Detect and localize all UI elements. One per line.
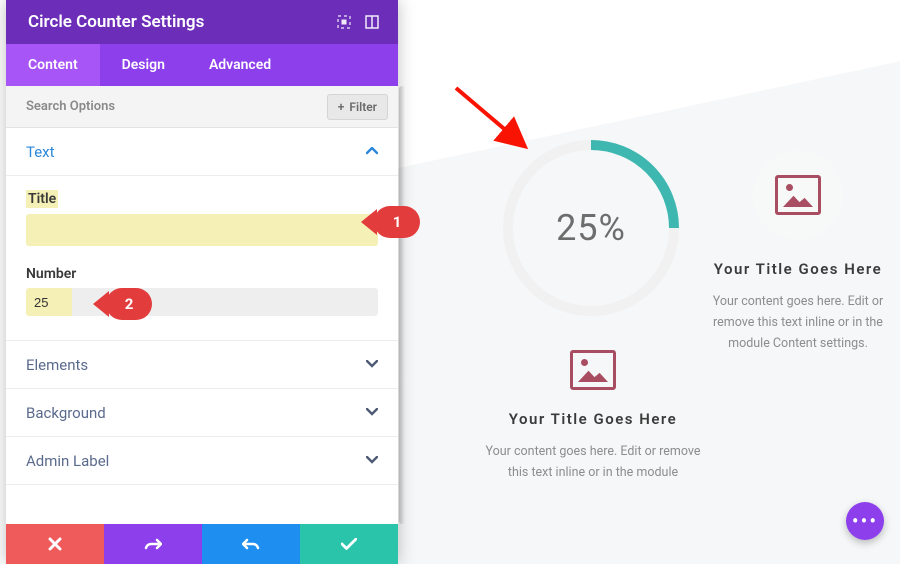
number-input[interactable] [26,288,378,316]
title-input[interactable] [26,214,378,246]
section-text-header[interactable]: Text [6,128,398,176]
blurb-body: Your content goes here. Edit or remove t… [483,441,703,484]
section-admin-label-header[interactable]: Admin Label [6,437,398,485]
blurb-module[interactable]: Your Title Goes Here Your content goes h… [698,150,898,354]
save-button[interactable] [300,524,398,564]
title-field-label: Title [26,190,58,208]
circle-value: 25% [503,140,679,316]
cancel-button[interactable] [6,524,104,564]
section-elements-header[interactable]: Elements [6,341,398,389]
panel-title: Circle Counter Settings [28,12,330,32]
tab-advanced[interactable]: Advanced [187,44,293,86]
expand-icon[interactable] [330,8,358,36]
section-background-label: Background [26,404,366,422]
blurb-image-circle [753,150,843,240]
search-input[interactable]: Search Options [26,99,327,114]
sections-scroll[interactable]: Text Title Number Elements Background [6,128,398,524]
tab-content[interactable]: Content [6,44,100,86]
section-background-header[interactable]: Background [6,389,398,437]
filter-label: Filter [349,100,377,114]
chevron-down-icon [366,357,378,372]
annotation-badge-1: 1 [374,206,420,238]
filter-button[interactable]: + Filter [327,94,388,120]
undo-button[interactable] [104,524,202,564]
section-admin-label: Admin Label [26,452,366,470]
tab-design[interactable]: Design [100,44,187,86]
page-settings-fab[interactable]: ••• [846,502,884,540]
annotation-arrow [450,82,540,162]
redo-button[interactable] [202,524,300,564]
settings-panel: Circle Counter Settings Content Design A… [6,0,398,564]
section-text-body: Title Number [6,176,398,341]
panel-header: Circle Counter Settings [6,0,398,44]
blurb-module[interactable]: Your Title Goes Here Your content goes h… [483,350,703,483]
circle-counter-module[interactable]: 25% [503,140,679,316]
chevron-down-icon [366,405,378,420]
panel-shadow [399,86,405,524]
image-placeholder-icon [570,350,616,390]
bottom-action-bar [6,524,398,564]
section-elements-label: Elements [26,356,366,374]
panel-tabs: Content Design Advanced [6,44,398,86]
blurb-title: Your Title Goes Here [483,408,703,431]
dots-icon: ••• [852,509,878,533]
snap-icon[interactable] [358,8,386,36]
chevron-up-icon [366,144,378,159]
chevron-down-icon [366,453,378,468]
search-row: Search Options + Filter [6,86,398,128]
plus-icon: + [338,100,345,114]
number-field-label: Number [26,266,378,282]
blurb-title: Your Title Goes Here [698,258,898,281]
blurb-body: Your content goes here. Edit or remove t… [698,291,898,355]
image-placeholder-icon [775,175,821,215]
section-text-label: Text [26,143,366,161]
annotation-badge-2: 2 [106,288,152,320]
